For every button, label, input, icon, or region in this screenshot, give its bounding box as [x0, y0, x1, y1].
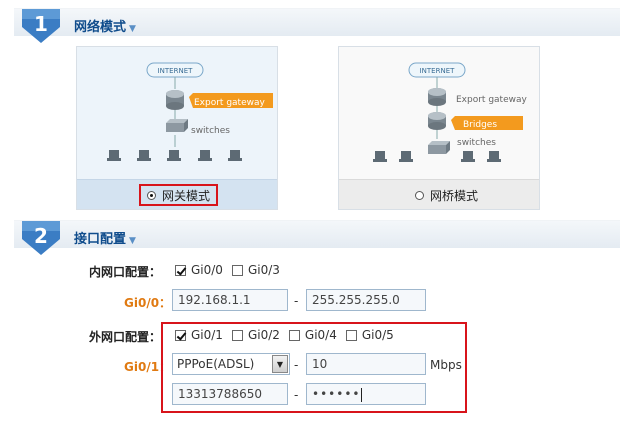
step1-badge-icon: 1	[22, 9, 60, 43]
step2-header: 2 接口配置 ▼	[14, 220, 620, 255]
lan-port-checkboxes: Gi0/0 Gi0/3	[175, 263, 289, 277]
lan-port-gi00[interactable]: Gi0/0	[175, 263, 223, 277]
gateway-internet-label: INTERNET	[158, 67, 194, 75]
gateway-mode-label: 网关模式	[162, 188, 211, 203]
checkbox-unchecked-icon[interactable]	[231, 264, 243, 276]
chevron-down-icon: ▼	[129, 24, 136, 34]
gateway-export-label: Export gateway	[194, 98, 265, 108]
bridge-mode-card[interactable]: INTERNET Export gateway Bridges switches	[338, 46, 540, 210]
chevron-down-icon: ▼	[129, 236, 136, 246]
lan-mask-input[interactable]: 255.255.255.0	[306, 289, 426, 311]
lan-port-label: Gi0/0：	[124, 296, 172, 310]
bridge-export-label: Export gateway	[456, 95, 527, 105]
radio-selected-icon[interactable]	[147, 190, 156, 200]
gateway-mode-footer: 网关模式	[77, 179, 277, 209]
gateway-diagram: INTERNET Export gateway switches	[107, 62, 273, 161]
router-icon	[166, 90, 184, 110]
lan-port-gi00-label: Gi0/0	[191, 263, 223, 277]
gateway-mode-card[interactable]: INTERNET Export gateway switches 网关模式	[76, 46, 278, 210]
lan-ip-input[interactable]: 192.168.1.1	[172, 289, 288, 311]
step2-title[interactable]: 接口配置 ▼	[74, 228, 136, 247]
bridge-mode-footer: 网桥模式	[339, 179, 539, 209]
checkbox-checked-icon[interactable]	[175, 264, 186, 276]
lan-port-gi03[interactable]: Gi0/3	[231, 263, 280, 277]
bridge-router-icon	[428, 112, 446, 130]
lan-separator: -	[294, 294, 299, 308]
switch-icon	[166, 119, 188, 132]
wan-config-label: 外网口配置：	[89, 330, 162, 344]
step2-badge-icon: 2	[22, 221, 60, 255]
step1-title-text: 网络模式	[74, 20, 127, 35]
radio-unselected-icon[interactable]	[415, 190, 424, 200]
bridge-diagram: INTERNET Export gateway Bridges switches	[373, 62, 527, 162]
bridge-internet-label: INTERNET	[420, 67, 456, 75]
pc-icons	[107, 150, 242, 161]
bridge-mode-label: 网桥模式	[430, 188, 479, 203]
gateway-mode-radio[interactable]: 网关模式	[139, 184, 219, 206]
lan-config-label: 内网口配置：	[89, 265, 162, 279]
step1-number: 1	[34, 12, 48, 36]
step2-title-text: 接口配置	[74, 232, 127, 247]
step1-title[interactable]: 网络模式 ▼	[74, 16, 136, 35]
gateway-switches-label: switches	[191, 126, 230, 136]
step1-header: 1 网络模式 ▼	[14, 8, 620, 43]
bridge-bridges-label: Bridges	[463, 120, 497, 130]
lan-port-gi03-label: Gi0/3	[247, 263, 280, 277]
step2-number: 2	[34, 224, 48, 248]
bridge-mode-radio[interactable]: 网桥模式	[409, 184, 484, 206]
switch-icon	[428, 141, 450, 154]
wan-highlight-box	[161, 322, 467, 413]
bridge-switches-label: switches	[457, 138, 496, 148]
router-icon	[428, 88, 446, 106]
